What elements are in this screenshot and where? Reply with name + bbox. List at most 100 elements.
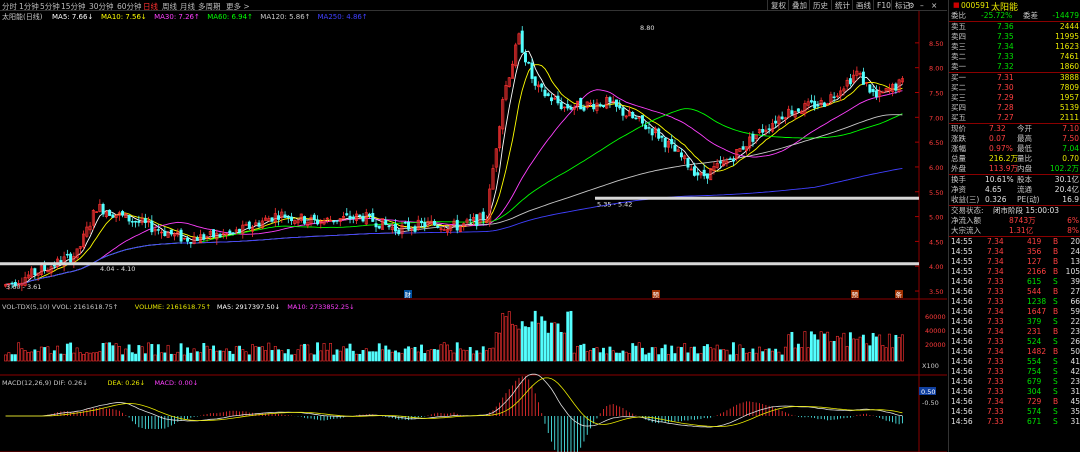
- candle-body[interactable]: [156, 229, 160, 231]
- candle-body[interactable]: [468, 219, 472, 221]
- candle-body[interactable]: [790, 110, 794, 115]
- candle-body[interactable]: [286, 216, 290, 218]
- candle-body[interactable]: [520, 30, 524, 53]
- ask-row-3[interactable]: 卖二 7.33 7461: [949, 52, 1080, 62]
- candle-body[interactable]: [238, 228, 242, 233]
- candle-body[interactable]: [403, 222, 407, 224]
- candle-body[interactable]: [718, 161, 722, 164]
- tick-row-14[interactable]: 14:56 7.33 679 S 23: [949, 377, 1080, 387]
- candle-body[interactable]: [647, 127, 651, 129]
- candle-body[interactable]: [621, 107, 625, 116]
- candle-body[interactable]: [374, 223, 378, 228]
- tick-row-17[interactable]: 14:56 7.33 574 S 35: [949, 407, 1080, 417]
- toolbar-button-1[interactable]: 叠加: [788, 0, 810, 11]
- candle-body[interactable]: [303, 216, 307, 224]
- candle-body[interactable]: [660, 135, 664, 138]
- candle-body[interactable]: [582, 106, 586, 111]
- tick-row-9[interactable]: 14:56 7.34 231 B 23: [949, 327, 1080, 337]
- candle-body[interactable]: [592, 103, 596, 110]
- candle-body[interactable]: [134, 220, 138, 223]
- gear-icon[interactable]: ⚙: [908, 0, 915, 11]
- candle-body[interactable]: [549, 97, 553, 102]
- kline-chart-area[interactable]: 太阳能(日线) MA5: 7.66↓ MA10: 7.56↓ MA30: 7.26↑ M…: [0, 11, 947, 452]
- tick-row-11[interactable]: 14:56 7.34 1482 B 50: [949, 347, 1080, 357]
- toolbar-button-4[interactable]: 画线: [852, 0, 874, 11]
- candle-body[interactable]: [351, 216, 355, 219]
- candle-body[interactable]: [108, 209, 112, 216]
- candle-body[interactable]: [316, 219, 320, 225]
- candle-body[interactable]: [705, 173, 709, 179]
- tick-row-6[interactable]: 14:56 7.33 1238 S 66: [949, 297, 1080, 307]
- candle-body[interactable]: [871, 88, 875, 93]
- candle-body[interactable]: [231, 232, 235, 234]
- ask-row-4[interactable]: 卖一 7.32 1860: [949, 62, 1080, 72]
- candle-body[interactable]: [728, 158, 732, 160]
- candle-body[interactable]: [679, 152, 683, 158]
- candle-body[interactable]: [559, 102, 563, 109]
- candle-body[interactable]: [195, 237, 199, 241]
- candle-body[interactable]: [202, 234, 206, 240]
- candle-body[interactable]: [247, 221, 251, 229]
- candle-body[interactable]: [228, 230, 232, 234]
- candle-body[interactable]: [358, 214, 362, 217]
- candle-body[interactable]: [546, 93, 550, 96]
- toolbar-button-2[interactable]: 历史: [809, 0, 831, 11]
- candle-body[interactable]: [608, 97, 612, 103]
- tick-row-13[interactable]: 14:56 7.33 754 S 42: [949, 367, 1080, 377]
- toolbar-button-0[interactable]: 复权: [767, 0, 789, 11]
- candle-body[interactable]: [816, 104, 820, 107]
- candle-body[interactable]: [475, 214, 479, 227]
- candle-body[interactable]: [894, 83, 898, 91]
- toolbar-button-3[interactable]: 统计: [831, 0, 853, 11]
- bid-row-3[interactable]: 买四 7.28 5139: [949, 103, 1080, 113]
- tick-row-7[interactable]: 14:56 7.34 1647 B 59: [949, 307, 1080, 317]
- candle-body[interactable]: [523, 52, 527, 63]
- candle-body[interactable]: [569, 106, 573, 110]
- candle-body[interactable]: [277, 215, 281, 220]
- candle-body[interactable]: [822, 102, 826, 108]
- candle-body[interactable]: [257, 222, 261, 227]
- candle-body[interactable]: [631, 112, 635, 119]
- candle-body[interactable]: [335, 220, 339, 222]
- candle-body[interactable]: [189, 241, 193, 244]
- candle-body[interactable]: [312, 214, 316, 221]
- candle-body[interactable]: [598, 104, 602, 107]
- bid-row-0[interactable]: 买一 7.31 3888: [949, 73, 1080, 83]
- candle-body[interactable]: [530, 62, 534, 79]
- candle-body[interactable]: [702, 169, 706, 177]
- candle-body[interactable]: [290, 216, 294, 222]
- candle-body[interactable]: [832, 96, 836, 99]
- candle-body[interactable]: [43, 264, 47, 271]
- candle-body[interactable]: [455, 219, 459, 231]
- tick-row-8[interactable]: 14:56 7.33 379 S 22: [949, 317, 1080, 327]
- candle-body[interactable]: [601, 104, 605, 108]
- candle-body[interactable]: [218, 234, 222, 238]
- tick-row-18[interactable]: 14:56 7.33 671 S 31: [949, 417, 1080, 427]
- tick-row-1[interactable]: 14:55 7.34 356 B 24: [949, 247, 1080, 257]
- close-icon[interactable]: ×: [931, 0, 937, 11]
- candle-body[interactable]: [767, 128, 771, 130]
- candle-body[interactable]: [650, 128, 654, 136]
- candle-body[interactable]: [111, 214, 115, 218]
- candle-body[interactable]: [670, 139, 674, 145]
- candle-body[interactable]: [780, 116, 784, 120]
- candle-body[interactable]: [556, 95, 560, 104]
- candle-body[interactable]: [673, 145, 677, 152]
- candle-body[interactable]: [150, 220, 154, 233]
- candle-body[interactable]: [371, 213, 375, 222]
- candle-body[interactable]: [614, 99, 618, 107]
- candle-body[interactable]: [397, 229, 401, 235]
- candle-body[interactable]: [270, 217, 274, 222]
- candle-body[interactable]: [861, 71, 865, 85]
- candle-body[interactable]: [413, 226, 417, 232]
- candle-body[interactable]: [65, 253, 69, 256]
- tick-row-0[interactable]: 14:55 7.34 419 B 20: [949, 237, 1080, 247]
- candle-body[interactable]: [692, 166, 696, 176]
- candle-body[interactable]: [348, 215, 352, 220]
- bid-row-1[interactable]: 买二 7.30 7809: [949, 83, 1080, 93]
- ask-row-0[interactable]: 卖五 7.36 2444: [949, 22, 1080, 32]
- bid-row-4[interactable]: 买五 7.27 2111: [949, 113, 1080, 123]
- tick-row-4[interactable]: 14:56 7.33 615 S 39: [949, 277, 1080, 287]
- candle-body[interactable]: [634, 117, 638, 120]
- candle-body[interactable]: [848, 78, 852, 85]
